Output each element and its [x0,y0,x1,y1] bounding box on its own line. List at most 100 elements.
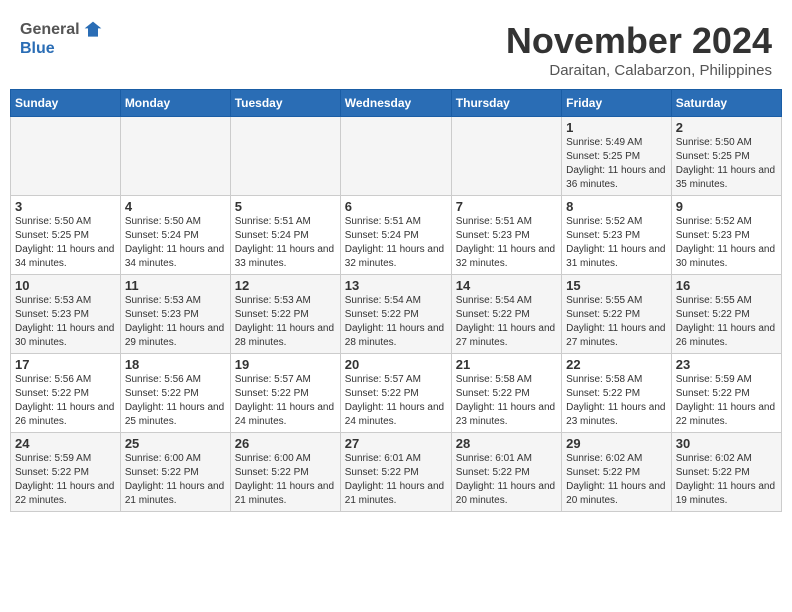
table-row: 9Sunrise: 5:52 AMSunset: 5:23 PMDaylight… [671,196,781,275]
table-row [451,117,561,196]
table-row: 13Sunrise: 5:54 AMSunset: 5:22 PMDayligh… [340,275,451,354]
table-row [11,117,121,196]
table-row: 17Sunrise: 5:56 AMSunset: 5:22 PMDayligh… [11,354,121,433]
day-number: 21 [456,357,557,372]
day-info: Sunrise: 5:51 AMSunset: 5:24 PMDaylight:… [345,215,447,271]
day-number: 8 [566,199,667,214]
calendar-table: Sunday Monday Tuesday Wednesday Thursday… [10,89,782,512]
table-row: 22Sunrise: 5:58 AMSunset: 5:22 PMDayligh… [562,354,672,433]
logo-icon [83,20,103,40]
day-info: Sunrise: 6:00 AMSunset: 5:22 PMDaylight:… [235,452,336,508]
day-number: 14 [456,278,557,293]
day-number: 27 [345,436,447,451]
day-number: 24 [15,436,116,451]
table-row: 27Sunrise: 6:01 AMSunset: 5:22 PMDayligh… [340,433,451,512]
table-row: 11Sunrise: 5:53 AMSunset: 5:23 PMDayligh… [120,275,230,354]
table-row: 23Sunrise: 5:59 AMSunset: 5:22 PMDayligh… [671,354,781,433]
table-row: 21Sunrise: 5:58 AMSunset: 5:22 PMDayligh… [451,354,561,433]
day-info: Sunrise: 5:52 AMSunset: 5:23 PMDaylight:… [676,215,777,271]
day-number: 23 [676,357,777,372]
day-number: 2 [676,120,777,135]
day-info: Sunrise: 5:52 AMSunset: 5:23 PMDaylight:… [566,215,667,271]
table-row: 28Sunrise: 6:01 AMSunset: 5:22 PMDayligh… [451,433,561,512]
table-row: 2Sunrise: 5:50 AMSunset: 5:25 PMDaylight… [671,117,781,196]
day-number: 30 [676,436,777,451]
table-row: 16Sunrise: 5:55 AMSunset: 5:22 PMDayligh… [671,275,781,354]
table-row: 5Sunrise: 5:51 AMSunset: 5:24 PMDaylight… [230,196,340,275]
day-info: Sunrise: 6:01 AMSunset: 5:22 PMDaylight:… [345,452,447,508]
day-info: Sunrise: 5:50 AMSunset: 5:24 PMDaylight:… [125,215,226,271]
day-number: 22 [566,357,667,372]
day-number: 11 [125,278,226,293]
day-number: 20 [345,357,447,372]
day-info: Sunrise: 6:02 AMSunset: 5:22 PMDaylight:… [566,452,667,508]
table-row: 12Sunrise: 5:53 AMSunset: 5:22 PMDayligh… [230,275,340,354]
table-row: 14Sunrise: 5:54 AMSunset: 5:22 PMDayligh… [451,275,561,354]
day-info: Sunrise: 5:55 AMSunset: 5:22 PMDaylight:… [566,294,667,350]
col-saturday: Saturday [671,90,781,117]
day-number: 1 [566,120,667,135]
day-info: Sunrise: 5:50 AMSunset: 5:25 PMDaylight:… [676,136,777,192]
table-row: 7Sunrise: 5:51 AMSunset: 5:23 PMDaylight… [451,196,561,275]
col-monday: Monday [120,90,230,117]
table-row: 18Sunrise: 5:56 AMSunset: 5:22 PMDayligh… [120,354,230,433]
table-row: 25Sunrise: 6:00 AMSunset: 5:22 PMDayligh… [120,433,230,512]
day-number: 25 [125,436,226,451]
table-row: 1Sunrise: 5:49 AMSunset: 5:25 PMDaylight… [562,117,672,196]
day-info: Sunrise: 5:53 AMSunset: 5:23 PMDaylight:… [15,294,116,350]
col-friday: Friday [562,90,672,117]
calendar-week-3: 10Sunrise: 5:53 AMSunset: 5:23 PMDayligh… [11,275,782,354]
table-row [340,117,451,196]
day-number: 28 [456,436,557,451]
logo-general-text: General [20,21,80,39]
calendar-header-row: Sunday Monday Tuesday Wednesday Thursday… [11,90,782,117]
day-info: Sunrise: 5:51 AMSunset: 5:23 PMDaylight:… [456,215,557,271]
calendar-week-1: 1Sunrise: 5:49 AMSunset: 5:25 PMDaylight… [11,117,782,196]
day-number: 7 [456,199,557,214]
day-info: Sunrise: 5:54 AMSunset: 5:22 PMDaylight:… [345,294,447,350]
day-info: Sunrise: 5:53 AMSunset: 5:22 PMDaylight:… [235,294,336,350]
day-number: 4 [125,199,226,214]
col-wednesday: Wednesday [340,90,451,117]
day-number: 10 [15,278,116,293]
day-number: 3 [15,199,116,214]
logo-blue-text: Blue [20,40,55,58]
table-row: 15Sunrise: 5:55 AMSunset: 5:22 PMDayligh… [562,275,672,354]
day-info: Sunrise: 5:49 AMSunset: 5:25 PMDaylight:… [566,136,667,192]
day-info: Sunrise: 5:54 AMSunset: 5:22 PMDaylight:… [456,294,557,350]
table-row: 30Sunrise: 6:02 AMSunset: 5:22 PMDayligh… [671,433,781,512]
day-number: 12 [235,278,336,293]
day-info: Sunrise: 6:01 AMSunset: 5:22 PMDaylight:… [456,452,557,508]
day-number: 9 [676,199,777,214]
day-info: Sunrise: 5:58 AMSunset: 5:22 PMDaylight:… [566,373,667,429]
day-info: Sunrise: 6:00 AMSunset: 5:22 PMDaylight:… [125,452,226,508]
day-number: 18 [125,357,226,372]
day-info: Sunrise: 5:56 AMSunset: 5:22 PMDaylight:… [125,373,226,429]
col-thursday: Thursday [451,90,561,117]
table-row: 29Sunrise: 6:02 AMSunset: 5:22 PMDayligh… [562,433,672,512]
col-sunday: Sunday [11,90,121,117]
day-number: 19 [235,357,336,372]
table-row: 10Sunrise: 5:53 AMSunset: 5:23 PMDayligh… [11,275,121,354]
day-info: Sunrise: 5:59 AMSunset: 5:22 PMDaylight:… [15,452,116,508]
day-info: Sunrise: 5:55 AMSunset: 5:22 PMDaylight:… [676,294,777,350]
day-info: Sunrise: 5:58 AMSunset: 5:22 PMDaylight:… [456,373,557,429]
day-number: 6 [345,199,447,214]
calendar-week-2: 3Sunrise: 5:50 AMSunset: 5:25 PMDaylight… [11,196,782,275]
day-info: Sunrise: 5:56 AMSunset: 5:22 PMDaylight:… [15,373,116,429]
table-row: 19Sunrise: 5:57 AMSunset: 5:22 PMDayligh… [230,354,340,433]
logo: General Blue [20,20,103,58]
col-tuesday: Tuesday [230,90,340,117]
table-row: 24Sunrise: 5:59 AMSunset: 5:22 PMDayligh… [11,433,121,512]
day-info: Sunrise: 6:02 AMSunset: 5:22 PMDaylight:… [676,452,777,508]
title-section: November 2024 Daraitan, Calabarzon, Phil… [506,20,772,79]
table-row: 8Sunrise: 5:52 AMSunset: 5:23 PMDaylight… [562,196,672,275]
calendar-week-5: 24Sunrise: 5:59 AMSunset: 5:22 PMDayligh… [11,433,782,512]
day-info: Sunrise: 5:59 AMSunset: 5:22 PMDaylight:… [676,373,777,429]
day-number: 26 [235,436,336,451]
day-info: Sunrise: 5:51 AMSunset: 5:24 PMDaylight:… [235,215,336,271]
day-info: Sunrise: 5:57 AMSunset: 5:22 PMDaylight:… [235,373,336,429]
table-row: 3Sunrise: 5:50 AMSunset: 5:25 PMDaylight… [11,196,121,275]
table-row: 20Sunrise: 5:57 AMSunset: 5:22 PMDayligh… [340,354,451,433]
day-number: 13 [345,278,447,293]
